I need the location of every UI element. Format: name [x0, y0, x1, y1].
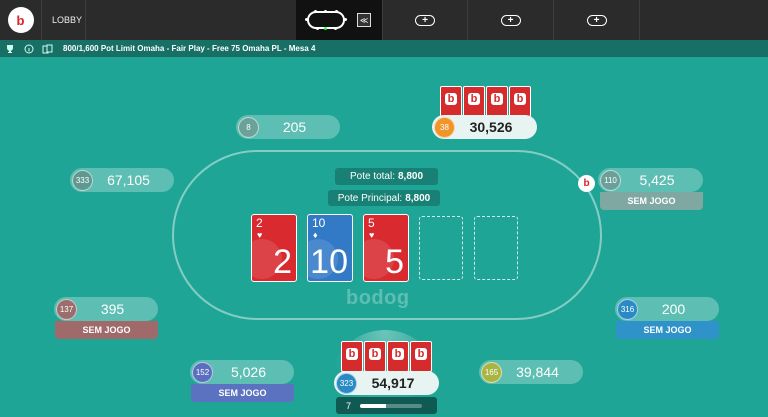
status-badge: SEM JOGO — [55, 321, 158, 339]
seat-top-left[interactable]: 8 205 — [236, 115, 340, 139]
status-badge: SEM JOGO — [600, 192, 703, 210]
card-back-logo: b — [514, 93, 526, 105]
board-card-3: 5 ♥ 5 — [363, 214, 409, 282]
collapse-icon[interactable]: ≪ — [357, 13, 371, 27]
board-card-2: 10 ♦ 10 — [307, 214, 353, 282]
timer-fill — [360, 403, 387, 408]
player-stack: 54,917 — [371, 375, 415, 391]
status-badge: SEM JOGO — [191, 384, 294, 402]
dealer-button: b — [578, 175, 595, 192]
player-stack: 5,026 — [230, 364, 267, 380]
trophy-icon[interactable] — [0, 40, 19, 57]
seat-right[interactable]: 110 5,425 — [598, 168, 703, 192]
table-icon — [305, 10, 347, 30]
player-avatar: 8 — [238, 116, 259, 138]
seat-top-right[interactable]: 38 30,526 — [432, 115, 537, 139]
card-back-logo: b — [392, 348, 404, 360]
card-rank-large: 2 — [273, 243, 292, 281]
table-watermark: bodog — [346, 287, 410, 309]
info-icon[interactable] — [19, 40, 38, 57]
card-back-logo: b — [468, 93, 480, 105]
hero-hole-card: b — [410, 341, 432, 372]
tab-active-table[interactable]: ≪ — [296, 0, 382, 44]
seat-bottom-left[interactable]: 152 5,026 — [190, 360, 294, 384]
card-back-logo: b — [491, 93, 503, 105]
player-stack: 67,105 — [107, 172, 150, 188]
plus-icon: + — [500, 14, 521, 26]
player-avatar: 316 — [617, 298, 638, 320]
add-table-tab-1[interactable]: + — [382, 0, 468, 40]
player-stack: 200 — [661, 301, 686, 317]
player-stack: 5,425 — [639, 172, 675, 188]
timer-track — [360, 403, 422, 408]
bodog-logo[interactable]: b — [7, 7, 34, 33]
diamond-icon: ♦ — [313, 230, 318, 240]
seat-left[interactable]: 333 67,105 — [70, 168, 174, 192]
logo-cell[interactable]: b — [0, 0, 42, 40]
hero-hole-card: b — [364, 341, 386, 372]
hole-card: b — [440, 86, 462, 117]
pot-total-label: Pote total: — [349, 171, 395, 182]
card-back-logo: b — [369, 348, 381, 360]
plus-icon: + — [415, 14, 435, 26]
hole-card: b — [509, 86, 531, 117]
pot-main-label: Pote Principal: — [337, 192, 403, 204]
player-stack: 395 — [100, 301, 125, 317]
table-name: 800/1,600 Pot Limit Omaha - Fair Play - … — [63, 44, 316, 53]
hero-hole-card: b — [341, 341, 363, 372]
pot-total-value: 8,800 — [398, 171, 424, 182]
heart-icon: ♥ — [369, 230, 375, 240]
player-stack: 205 — [282, 119, 307, 135]
seat-lower-left[interactable]: 137 395 — [54, 297, 158, 321]
seat-bottom-right[interactable]: 165 39,844 — [479, 360, 583, 384]
card-rank: 5 — [368, 216, 375, 230]
status-badge: SEM JOGO — [616, 321, 719, 339]
player-avatar: 137 — [56, 298, 77, 320]
player-avatar: 38 — [434, 116, 455, 138]
player-stack: 30,526 — [469, 119, 513, 135]
top-bar: b LOBBY ≪ + + + — [0, 0, 768, 44]
hero-hole-card: b — [387, 341, 409, 372]
hole-card: b — [463, 86, 485, 117]
table-info-bar: 800/1,600 Pot Limit Omaha - Fair Play - … — [0, 40, 768, 57]
seat-lower-right[interactable]: 316 200 — [615, 297, 719, 321]
card-back-logo: b — [346, 348, 358, 360]
pot-main: Pote Principal: 8,800 — [328, 190, 440, 206]
card-rank: 10 — [312, 216, 326, 230]
plus-icon: + — [586, 14, 607, 26]
card-rank-large: 10 — [310, 243, 348, 281]
player-avatar: 323 — [336, 372, 357, 394]
card-rank: 2 — [256, 216, 263, 230]
board-slot-turn — [419, 216, 463, 280]
player-stack: 39,844 — [516, 364, 559, 380]
player-avatar: 110 — [600, 169, 621, 191]
card-back-logo: b — [445, 93, 457, 105]
card-back-logo: b — [415, 348, 427, 360]
board-card-1: 2 ♥ 2 — [251, 214, 297, 282]
add-table-tab-3[interactable]: + — [554, 0, 640, 40]
seat-hero[interactable]: 323 54,917 — [334, 371, 439, 395]
player-avatar: 152 — [192, 361, 213, 383]
top-bar-spacer — [86, 0, 296, 40]
player-avatar: 165 — [481, 361, 502, 383]
hole-card: b — [486, 86, 508, 117]
action-timer: 7 — [336, 397, 437, 414]
pot-main-value: 8,800 — [405, 192, 431, 204]
pot-total: Pote total: 8,800 — [335, 168, 438, 185]
player-avatar: 333 — [72, 169, 93, 191]
timer-seconds: 7 — [346, 400, 352, 411]
lobby-button[interactable]: LOBBY — [42, 0, 86, 40]
add-table-tab-2[interactable]: + — [468, 0, 554, 40]
heart-icon: ♥ — [257, 230, 263, 240]
cards-icon[interactable] — [38, 40, 57, 57]
card-rank-large: 5 — [385, 243, 404, 281]
board-slot-river — [474, 216, 518, 280]
